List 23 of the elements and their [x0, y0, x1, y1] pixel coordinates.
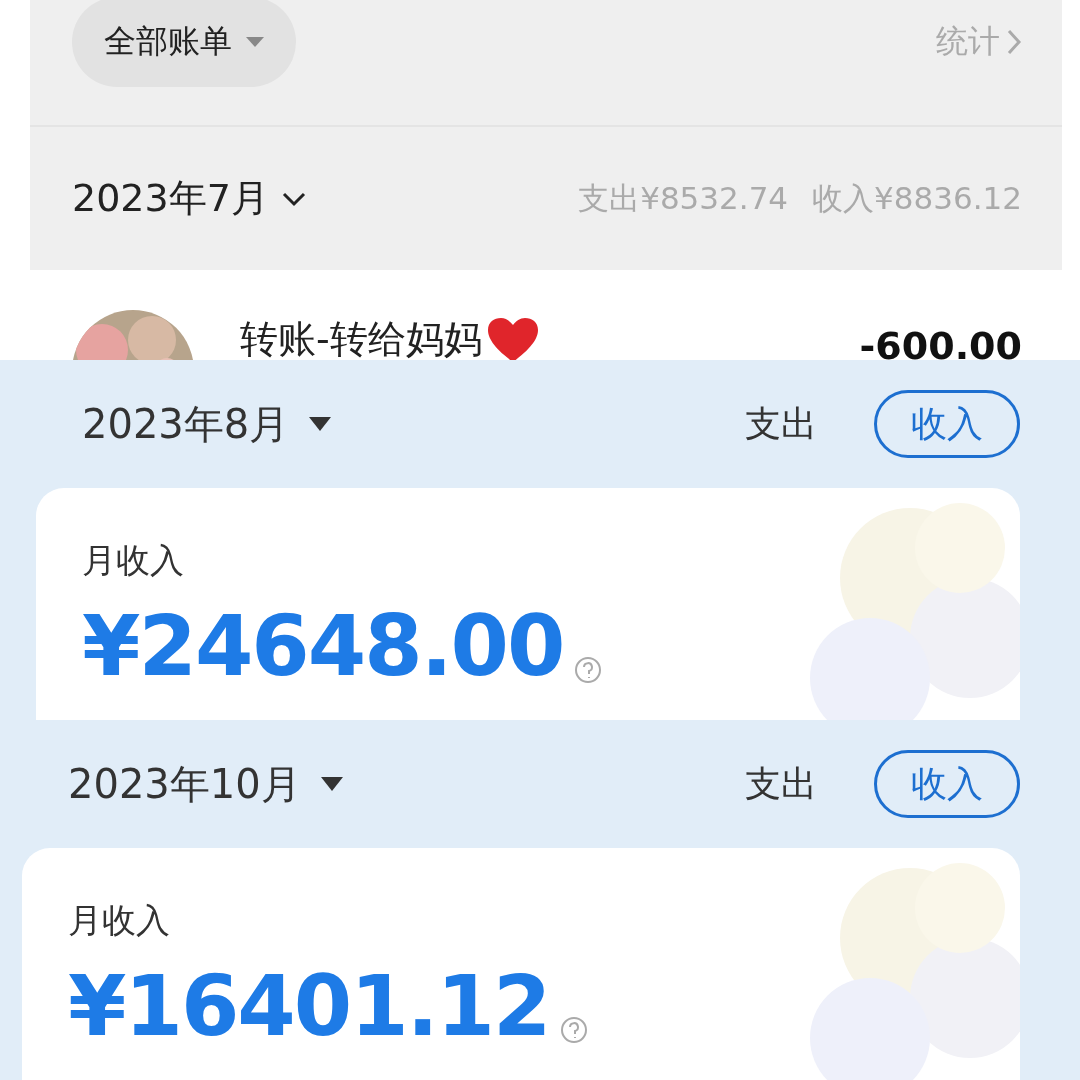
- transaction-amount: -600.00: [859, 324, 1022, 360]
- card-label: 月收入: [68, 899, 171, 942]
- type-tab[interactable]: 支出: [708, 750, 854, 818]
- type-tab[interactable]: 支出: [708, 390, 854, 458]
- type-tab[interactable]: 收入: [874, 390, 1020, 458]
- dropdown-icon: [320, 777, 343, 791]
- monthly-income-amount: ¥16401.12: [68, 964, 550, 1048]
- chevron-down-icon: [280, 190, 307, 207]
- dropdown-icon: [309, 417, 332, 431]
- transaction-title: 转账-转给妈妈: [240, 314, 540, 360]
- monthly-income-amount: ¥24648.00: [82, 604, 564, 688]
- month-picker[interactable]: 2023年10月: [68, 756, 343, 812]
- month-picker[interactable]: 2023年8月: [82, 396, 332, 452]
- bill-filter-dropdown[interactable]: 全部账单: [72, 0, 296, 87]
- chevron-right-icon: [1006, 27, 1022, 56]
- help-icon[interactable]: [559, 1016, 588, 1044]
- type-tab[interactable]: 收入: [874, 750, 1020, 818]
- dropdown-icon: [246, 36, 264, 47]
- help-icon[interactable]: [573, 656, 602, 684]
- month-picker[interactable]: 2023年7月: [72, 173, 307, 224]
- income-total: 收入¥8836.12: [812, 178, 1022, 218]
- expense-total: 支出¥8532.74: [578, 178, 789, 218]
- card-label: 月收入: [82, 539, 185, 582]
